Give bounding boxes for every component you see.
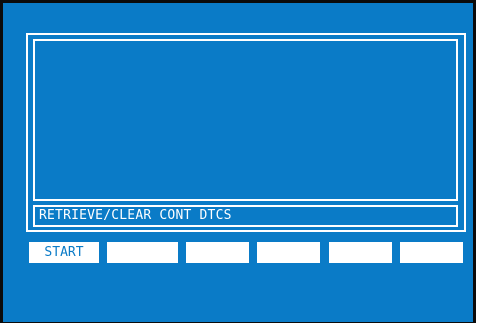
- softkey-2-button[interactable]: [107, 242, 178, 263]
- softkey-4-button[interactable]: [257, 242, 320, 263]
- softkey-start-button[interactable]: START: [29, 242, 99, 263]
- softkey-5-button[interactable]: [329, 242, 392, 263]
- display-area: [33, 39, 458, 201]
- status-line: RETRIEVE/CLEAR CONT DTCS: [33, 205, 458, 227]
- softkey-6-button[interactable]: [400, 242, 463, 263]
- status-text: RETRIEVE/CLEAR CONT DTCS: [39, 208, 232, 223]
- softkey-label: START: [44, 245, 84, 260]
- softkey-3-button[interactable]: [186, 242, 249, 263]
